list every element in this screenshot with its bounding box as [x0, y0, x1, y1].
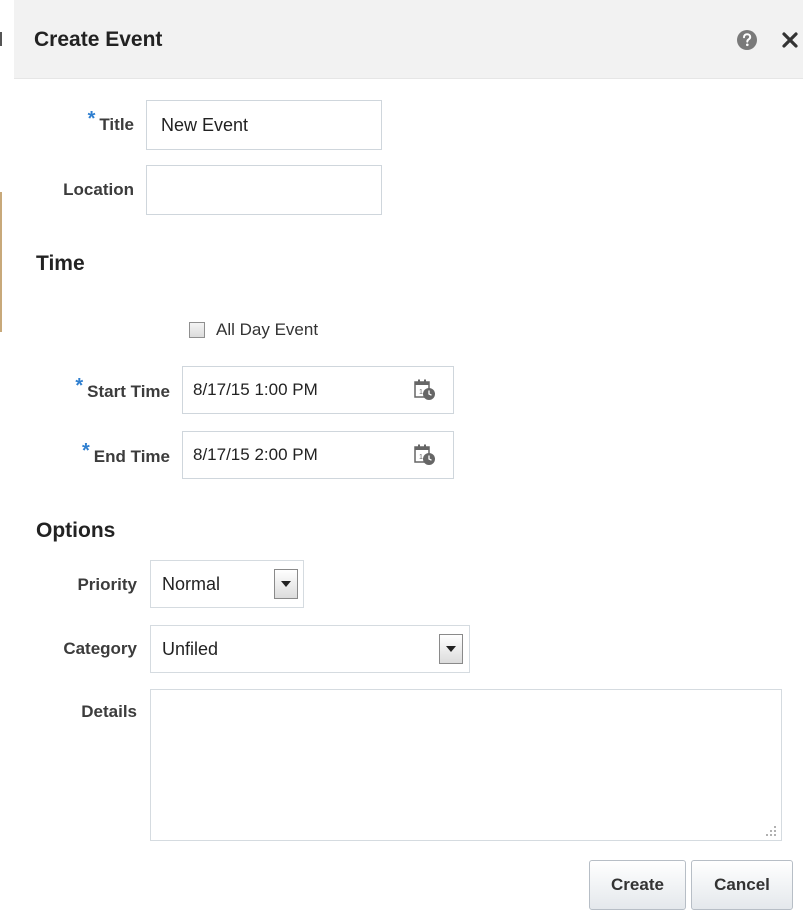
priority-label: Priority — [77, 575, 137, 594]
required-marker: * — [82, 440, 90, 462]
cancel-button[interactable]: Cancel — [691, 860, 793, 910]
close-icon[interactable] — [778, 28, 802, 52]
chevron-down-icon — [281, 581, 291, 587]
start-time-label-text: Start Time — [87, 382, 170, 401]
end-time-label-text: End Time — [93, 447, 170, 466]
start-time-calendar-clock-icon[interactable]: 1 — [414, 379, 436, 401]
details-textarea[interactable] — [150, 689, 782, 841]
required-marker: * — [75, 375, 84, 397]
options-section-heading: Options — [36, 519, 116, 542]
priority-select-value: Normal — [162, 573, 221, 594]
category-dropdown-button[interactable] — [439, 634, 463, 664]
page-edge-mark — [0, 32, 2, 46]
end-time-label: * End Time — [82, 440, 170, 468]
end-time-calendar-clock-icon[interactable]: 1 — [414, 444, 436, 466]
title-label-text: Title — [99, 115, 134, 134]
category-label: Category — [63, 639, 137, 658]
dialog-header: Create Event — [14, 0, 803, 79]
priority-dropdown-button[interactable] — [274, 569, 298, 599]
dialog-title: Create Event — [34, 28, 163, 51]
chevron-down-icon — [446, 646, 456, 652]
resize-grip-icon[interactable] — [765, 824, 777, 836]
all-day-checkbox[interactable] — [189, 322, 205, 338]
title-input-value: New Event — [161, 114, 249, 135]
page-edge-accent — [0, 192, 2, 332]
details-label: Details — [81, 702, 137, 721]
title-input[interactable]: New Event — [146, 100, 382, 150]
location-input[interactable] — [146, 165, 382, 215]
category-select-value: Unfiled — [162, 638, 219, 659]
location-label: Location — [63, 180, 134, 199]
svg-text:1: 1 — [419, 454, 423, 461]
start-time-value: 8/17/15 1:00 PM — [193, 380, 318, 399]
start-time-label: * Start Time — [75, 375, 170, 403]
title-label: * Title — [88, 108, 134, 136]
all-day-label: All Day Event — [216, 320, 319, 339]
help-icon[interactable] — [736, 29, 758, 51]
time-section-heading: Time — [36, 252, 85, 275]
svg-text:1: 1 — [419, 389, 423, 396]
category-select[interactable]: Unfiled — [150, 625, 470, 673]
create-button[interactable]: Create — [589, 860, 686, 910]
end-time-value: 8/17/15 2:00 PM — [193, 445, 318, 464]
required-marker: * — [87, 108, 96, 130]
